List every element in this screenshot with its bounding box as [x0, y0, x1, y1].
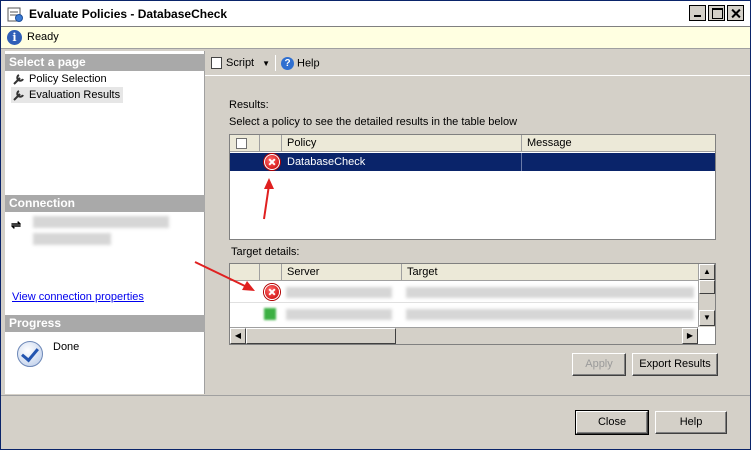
help-button[interactable]: Help	[655, 411, 727, 434]
scroll-left-button[interactable]: ◀	[230, 328, 246, 344]
annotation-arrow-up	[263, 178, 274, 220]
error-icon	[264, 284, 280, 300]
close-button[interactable]: Close	[575, 410, 649, 435]
dialog-button-bar: Close Help	[1, 395, 750, 449]
redacted-target-cell	[406, 287, 694, 298]
script-dropdown-button[interactable]: Script ▼	[211, 57, 271, 70]
results-label: Results:	[229, 99, 269, 111]
help-icon: ?	[281, 57, 294, 70]
info-icon: i	[7, 30, 22, 45]
status-text: Ready	[27, 31, 59, 43]
annotation-arrow-right	[194, 261, 255, 291]
horizontal-scrollbar[interactable]: ◀ ▶	[230, 327, 698, 344]
redacted-target-cell	[406, 309, 694, 320]
column-divider	[521, 153, 522, 171]
server-column-header[interactable]: Server	[282, 264, 402, 281]
redacted-connection-server	[33, 216, 169, 228]
script-icon	[211, 57, 222, 70]
policy-column-header[interactable]: Policy	[282, 135, 522, 152]
left-pane: Select a page Policy Selection Evaluatio…	[5, 51, 205, 394]
main-content: Results: Select a policy to see the deta…	[205, 77, 750, 394]
scroll-thumb[interactable]	[699, 280, 715, 294]
scroll-thumb[interactable]	[246, 328, 396, 344]
maximize-button[interactable]	[708, 5, 725, 21]
toolbar-separator	[275, 55, 276, 71]
policy-icon	[7, 7, 23, 22]
window-title: Evaluate Policies - DatabaseCheck	[29, 7, 228, 21]
error-icon	[264, 154, 280, 170]
chevron-down-icon: ▼	[262, 59, 271, 68]
target-grid-header: Server Target	[230, 264, 698, 281]
table-row[interactable]: DatabaseCheck	[230, 153, 715, 171]
progress-heading: Progress	[5, 315, 205, 332]
apply-button[interactable]: Apply	[572, 353, 626, 376]
scroll-down-button[interactable]: ▼	[699, 310, 715, 326]
redacted-connection-user	[33, 233, 111, 245]
status-column-header	[260, 264, 282, 281]
wrench-icon	[13, 90, 24, 101]
progress-status: Done	[53, 341, 80, 353]
page-label: Policy Selection	[29, 73, 107, 85]
redacted-server-cell	[286, 309, 392, 320]
status-strip: i Ready	[1, 27, 750, 49]
page-policy-selection[interactable]: Policy Selection	[11, 71, 107, 87]
connection-heading: Connection	[5, 195, 205, 212]
close-window-button[interactable]	[727, 5, 744, 21]
script-label: Script	[226, 57, 255, 69]
select-page-heading: Select a page	[5, 54, 205, 71]
help-toolbar-button[interactable]: ? Help	[281, 57, 320, 70]
export-results-button[interactable]: Export Results	[632, 353, 718, 376]
target-details-label: Target details:	[231, 246, 300, 258]
success-icon	[264, 308, 276, 320]
view-connection-properties-link[interactable]: View connection properties	[12, 291, 144, 303]
select-all-cell	[230, 135, 260, 152]
scroll-up-button[interactable]: ▲	[699, 264, 715, 280]
evaluate-policies-window: Evaluate Policies - DatabaseCheck i Read…	[0, 0, 751, 450]
results-instruction: Select a policy to see the detailed resu…	[229, 116, 518, 128]
redacted-server-cell	[286, 287, 392, 298]
target-column-header[interactable]: Target	[402, 264, 698, 281]
window-controls	[689, 5, 744, 21]
message-column-header[interactable]: Message	[522, 135, 715, 152]
policy-cell: DatabaseCheck	[287, 156, 366, 168]
checkmark-icon	[17, 341, 43, 367]
results-grid[interactable]: Policy Message DatabaseCheck	[229, 134, 716, 240]
status-column-header	[260, 135, 282, 152]
title-bar: Evaluate Policies - DatabaseCheck	[1, 1, 750, 27]
page-label: Evaluation Results	[29, 89, 121, 101]
page-evaluation-results[interactable]: Evaluation Results	[11, 87, 124, 103]
table-row[interactable]	[230, 282, 698, 303]
scroll-right-button[interactable]: ▶	[682, 328, 698, 344]
results-grid-header: Policy Message	[230, 135, 715, 152]
select-all-checkbox[interactable]	[236, 138, 247, 149]
wrench-icon	[13, 74, 24, 85]
connection-icon: ⇌	[11, 218, 22, 232]
table-row[interactable]	[230, 304, 698, 325]
help-label: Help	[297, 57, 320, 70]
vertical-scrollbar[interactable]: ▲ ▼	[698, 264, 715, 327]
toolbar: Script ▼ ? Help	[205, 51, 750, 76]
target-details-grid[interactable]: Server Target ▲ ▼ ◀ ▶	[229, 263, 716, 345]
minimize-button[interactable]	[689, 5, 706, 21]
